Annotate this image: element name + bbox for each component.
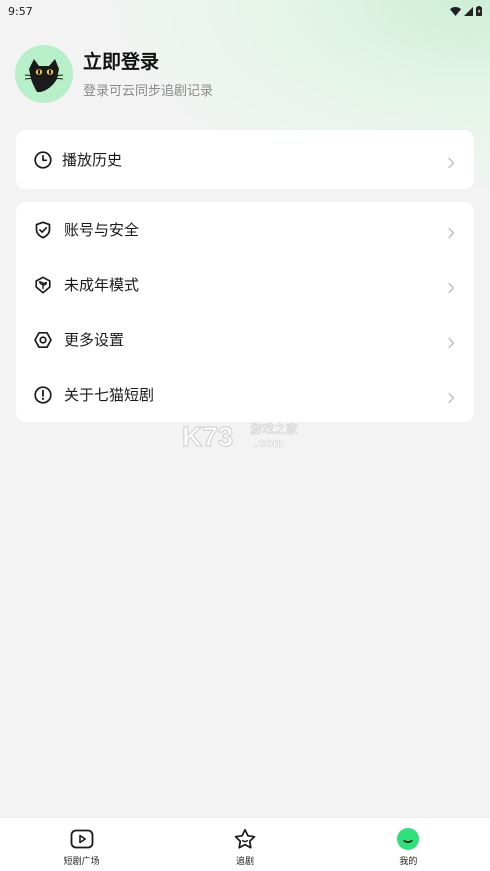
shield-check-icon (34, 220, 52, 239)
about-label: 关于七猫短剧 (64, 386, 155, 404)
nav-tab-follow[interactable]: 追剧 (163, 818, 326, 871)
nav-tab-drama-square[interactable]: 短剧广场 (0, 818, 163, 871)
k73-watermark: K73 游戏之家 .com (182, 420, 298, 450)
status-time: 9:57 (8, 4, 33, 18)
menu-item-minor-mode[interactable]: 未成年模式 (16, 257, 474, 312)
chevron-right-icon (446, 279, 456, 293)
status-bar: 9:57 (0, 0, 490, 22)
chevron-right-icon (446, 224, 456, 238)
cat-avatar-icon (24, 59, 64, 93)
nav-label-mine: 我的 (399, 857, 418, 867)
menu-item-about[interactable]: 关于七猫短剧 (16, 367, 474, 422)
login-subtitle: 登录可云同步追剧记录 (83, 83, 214, 99)
chevron-right-icon (446, 334, 456, 348)
watermark-cn: 游戏之家 (250, 421, 298, 436)
profile-header[interactable]: 立即登录 登录可云同步追剧记录 (15, 45, 213, 103)
login-title[interactable]: 立即登录 (83, 50, 213, 74)
watermark-brand: K73 (182, 421, 233, 450)
header-background (0, 0, 490, 230)
history-label: 播放历史 (62, 151, 123, 169)
chevron-right-icon (446, 389, 456, 403)
play-square-icon (70, 828, 94, 850)
chevron-right-icon (446, 154, 456, 168)
signal-icon (464, 6, 473, 16)
wifi-icon (450, 6, 461, 16)
info-alert-icon (34, 385, 52, 404)
watermark-domain: .com (254, 435, 284, 450)
history-card: 播放历史 (16, 130, 474, 189)
settings-card: 账号与安全 未成年模式 更多设置 关于七猫短剧 (16, 202, 474, 422)
nav-tab-mine[interactable]: 我的 (327, 818, 490, 871)
star-icon (233, 828, 257, 850)
clock-icon (34, 150, 52, 169)
nav-label-follow: 追剧 (235, 857, 254, 867)
sprout-shield-icon (34, 276, 52, 294)
avatar[interactable] (15, 45, 73, 103)
menu-item-history[interactable]: 播放历史 (16, 130, 474, 189)
menu-item-more-settings[interactable]: 更多设置 (16, 312, 474, 367)
battery-icon (476, 6, 482, 16)
bottom-nav: 短剧广场 追剧 我的 (0, 817, 490, 871)
account-security-label: 账号与安全 (64, 221, 140, 239)
more-settings-label: 更多设置 (64, 331, 125, 349)
status-icons (450, 6, 482, 16)
menu-item-account-security[interactable]: 账号与安全 (16, 202, 474, 257)
profile-face-icon (396, 828, 420, 850)
settings-hex-icon (34, 331, 52, 349)
nav-label-drama-square: 短剧广场 (63, 857, 100, 867)
minor-mode-label: 未成年模式 (64, 276, 140, 294)
